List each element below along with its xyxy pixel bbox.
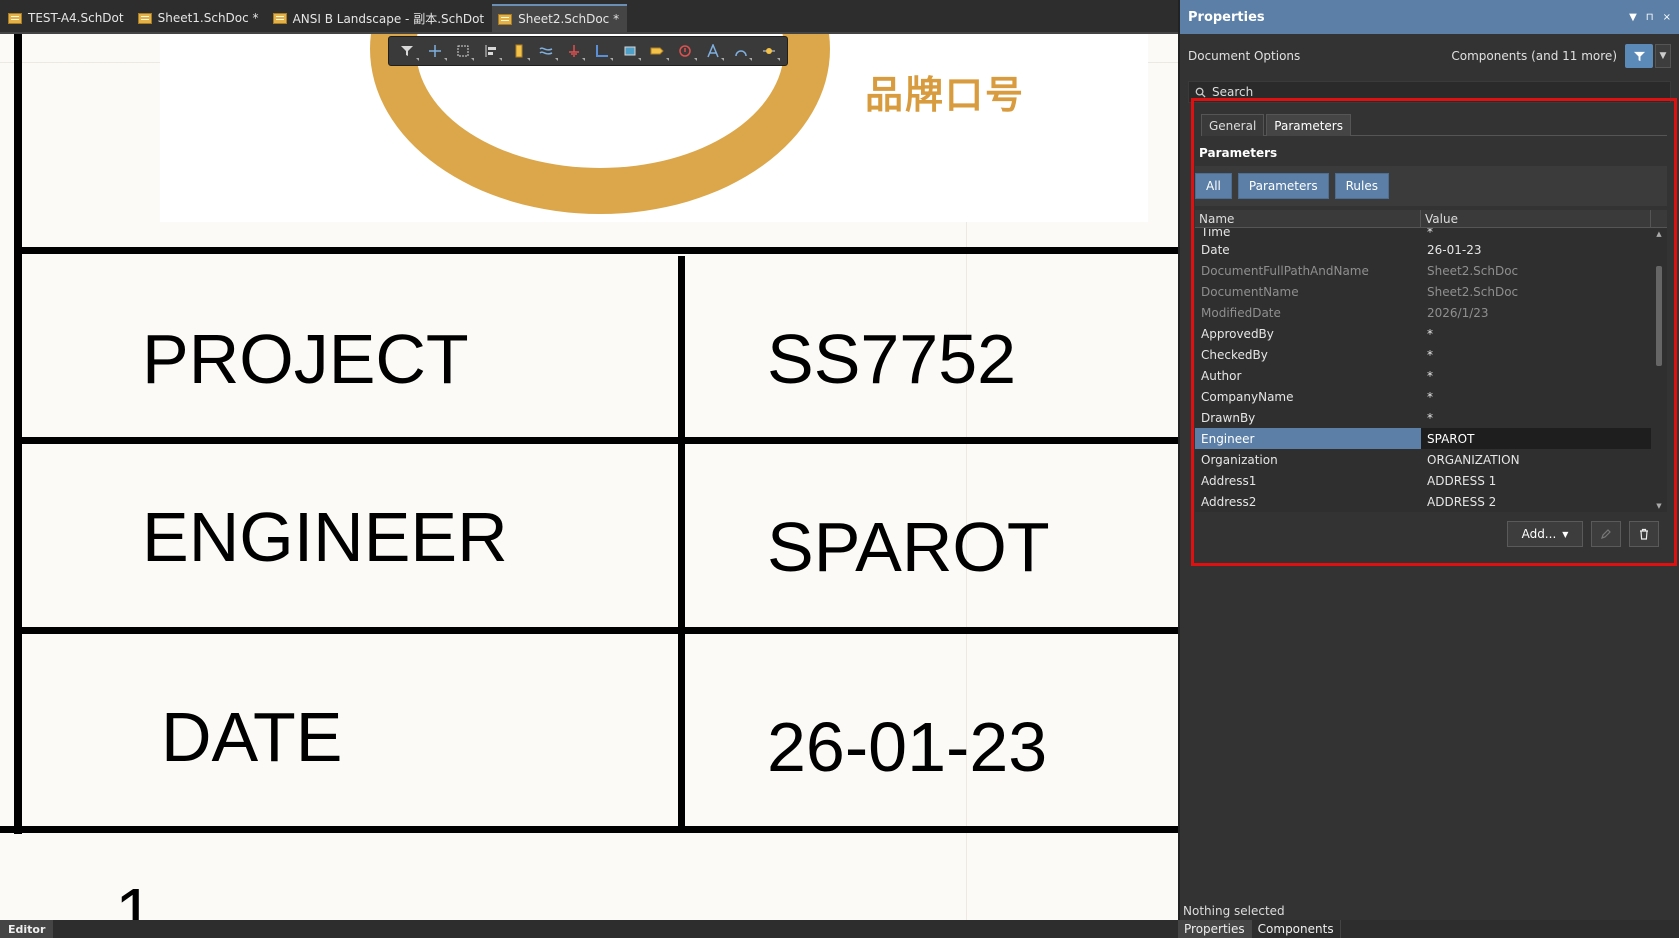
port-icon[interactable] [645,39,670,63]
title-block-line [22,627,1178,634]
close-icon[interactable]: × [1663,12,1671,23]
title-block-line [22,437,1178,444]
align-icon[interactable] [478,39,503,63]
selection-status: Nothing selected [1183,904,1285,918]
part-icon[interactable] [506,39,531,63]
title-block-line [0,826,1178,833]
junction-icon[interactable] [756,39,781,63]
cross-probe-icon[interactable] [423,39,448,63]
schematic-doc-icon [8,12,22,24]
panel-header-controls: ▼ ⊓ × [1629,12,1671,23]
no-erc-icon[interactable] [673,39,698,63]
schematic-doc-icon [272,12,287,24]
tab-test-a4[interactable]: TEST-A4.SchDot [2,4,132,32]
text-icon[interactable] [701,39,726,63]
title-block-divider [678,256,685,831]
tab-label: ANSI B Landscape - 副本.SchDot [292,11,485,26]
selection-filter-button[interactable] [1625,44,1653,68]
document-tab-bar: TEST-A4.SchDot Sheet1.SchDoc * ANSI B La… [0,0,1178,34]
tab-label: Sheet2.SchDoc * [518,12,620,26]
tab-label: TEST-A4.SchDot [28,11,124,25]
sheet-number: 1 [115,874,154,920]
highlight-annotation-box [1191,98,1677,566]
pin-icon[interactable]: ⊓ [1646,12,1654,23]
project-value: SS7752 [767,320,1017,398]
panel-title: Properties [1188,9,1265,25]
bus-icon[interactable] [589,39,614,63]
power-port-icon[interactable] [562,39,587,63]
bottom-tab-components[interactable]: Components [1252,920,1341,938]
search-icon [1195,87,1206,98]
chevron-down-icon[interactable]: ▼ [1655,44,1671,68]
date-value: 26-01-23 [767,708,1048,786]
tab-sheet1[interactable]: Sheet1.SchDoc * [132,4,267,32]
logo-slogan: 品牌口号 [865,73,1026,117]
project-label: PROJECT [142,320,469,398]
active-bar-toolbar [388,36,788,66]
filter-icon[interactable] [395,39,420,63]
panel-header: Properties ▼ ⊓ × [1180,0,1679,34]
editor-tab[interactable]: Editor [0,920,54,938]
tab-sheet2[interactable]: Sheet2.SchDoc * [492,4,628,32]
components-filter-label: Components (and 11 more) [1451,49,1617,63]
tab-ansi-b-landscape[interactable]: ANSI B Landscape - 副本.SchDot [267,4,493,32]
schematic-doc-icon [137,12,152,24]
search-placeholder: Search [1212,85,1254,99]
status-bar: Editor [0,920,1178,938]
panel-bottom-tabs: Properties Components [1178,920,1679,938]
selection-filter: Components (and 11 more) ▼ [1451,44,1671,68]
engineer-label: ENGINEER [142,498,508,576]
arc-icon[interactable] [728,39,753,63]
select-rect-icon[interactable] [451,39,476,63]
schematic-canvas[interactable]: 品牌口号 PROJECT SS7752 ENGINEER SPAROT DATE… [0,34,1178,920]
engineer-value: SPAROT [767,508,1050,586]
wire-icon[interactable] [534,39,559,63]
bottom-tab-properties[interactable]: Properties [1178,920,1252,938]
tab-label: Sheet1.SchDoc * [157,11,259,25]
filter-icon [1633,51,1645,61]
title-block-line [22,247,1178,254]
document-options-label: Document Options [1188,49,1301,63]
date-label: DATE [161,698,343,776]
document-options-row: Document Options Components (and 11 more… [1180,37,1679,75]
panel-menu-icon[interactable]: ▼ [1629,12,1637,23]
harness-icon[interactable] [617,39,642,63]
schematic-doc-icon [498,13,513,25]
title-block-border-left [14,34,22,834]
